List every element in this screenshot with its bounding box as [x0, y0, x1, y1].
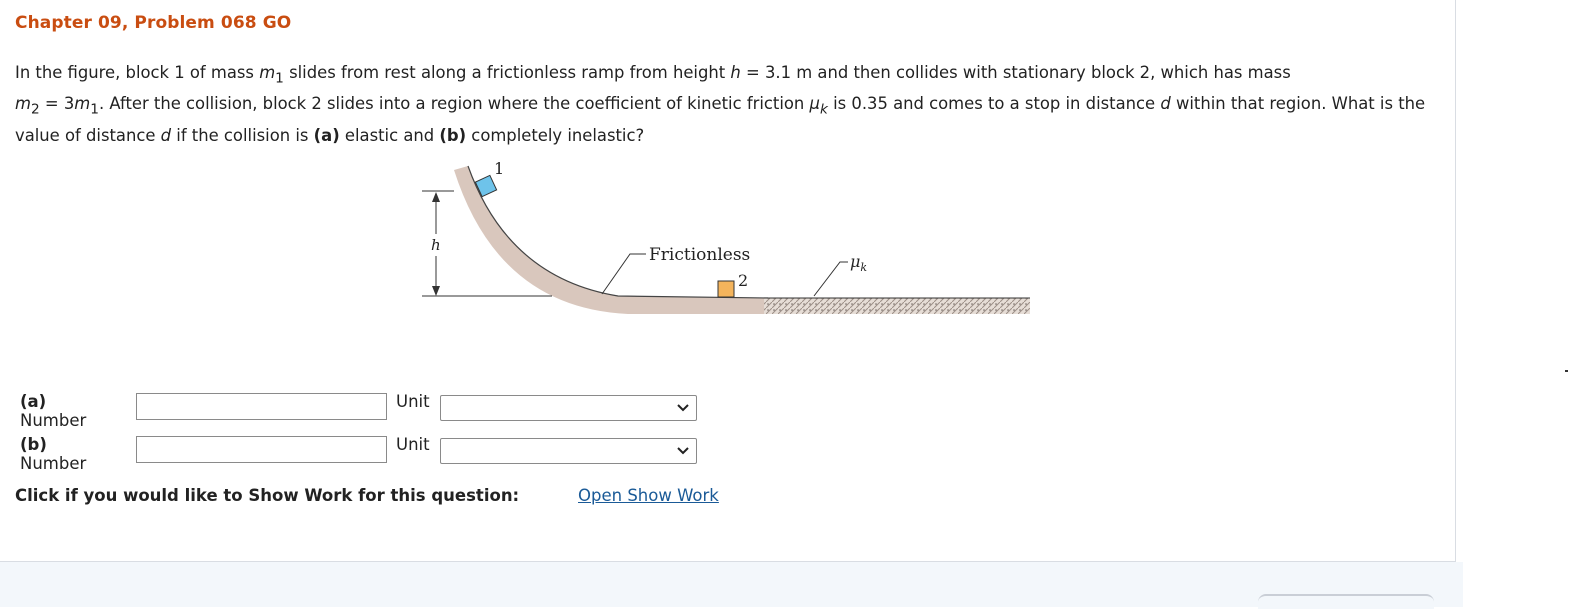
footer-band — [0, 562, 1463, 607]
text-segment: In the figure, block 1 of mass — [15, 63, 260, 82]
part-b: (b) — [20, 435, 47, 454]
chevron-down-icon — [677, 404, 689, 412]
text-segment: elastic and — [339, 125, 440, 145]
text-segment: is 0.35 and comes to a stop in distance — [827, 94, 1161, 114]
sub-1: 1 — [275, 70, 284, 87]
sub-k: k — [819, 101, 828, 118]
h-arrow-head-up — [432, 192, 440, 202]
number-input-b[interactable] — [136, 436, 387, 463]
frictionless-leader — [601, 253, 646, 295]
problem-statement: In the figure, block 1 of mass m1 slides… — [15, 60, 1435, 148]
text-segment: . After the collision, block 2 slides in… — [98, 94, 810, 114]
rough-region — [764, 298, 1030, 314]
var-d: d — [1160, 94, 1171, 114]
var-mu: μ — [809, 94, 820, 114]
ramp-figure: 1 h Frictionless 2 μk — [422, 159, 1030, 314]
block-2-label: 2 — [738, 271, 748, 290]
problem-title: Chapter 09, Problem 068 GO — [15, 13, 292, 33]
number-label: Number — [20, 411, 87, 430]
right-margin — [1463, 0, 1593, 607]
show-work-prompt: Click if you would like to Show Work for… — [15, 486, 520, 505]
ramp-surface — [467, 165, 769, 299]
var-m: m — [15, 94, 31, 114]
var-d: d — [160, 125, 172, 145]
var-m: m — [74, 94, 91, 114]
part-b-marker: (b) — [439, 125, 467, 145]
sub-1: 1 — [90, 101, 99, 118]
text-segment: slides from rest along a frictionless ra… — [283, 63, 731, 82]
unit-label-b: Unit — [396, 435, 430, 454]
number-input-a[interactable] — [136, 393, 387, 420]
text-segment: = 3.1 m and then collides with stationar… — [740, 63, 1291, 82]
unit-label-a: Unit — [396, 392, 430, 411]
text-segment: = 3 — [39, 94, 75, 114]
text-segment: completely inelastic? — [466, 125, 645, 145]
var-h: h — [730, 63, 741, 82]
mu-leader — [813, 261, 848, 297]
block-2 — [717, 280, 735, 298]
part-a: (a) — [20, 392, 47, 411]
answer-a-label: (a) Number — [20, 392, 86, 430]
frictionless-label: Frictionless — [649, 245, 750, 265]
number-label: Number — [20, 454, 87, 473]
var-m: m — [259, 63, 276, 82]
h-arrow-head-down — [432, 286, 440, 296]
unit-select-b[interactable] — [440, 438, 697, 464]
scroll-marker — [1565, 370, 1568, 372]
sub-2: 2 — [30, 101, 40, 118]
open-show-work-link[interactable]: Open Show Work — [578, 486, 719, 505]
unit-select-a[interactable] — [440, 395, 697, 421]
chevron-down-icon — [677, 447, 689, 455]
block-1-label: 1 — [494, 159, 504, 178]
h-label: h — [431, 236, 441, 254]
answer-b-label: (b) Number — [20, 435, 86, 473]
part-a-marker: (a) — [313, 125, 340, 145]
mu-label: μk — [850, 252, 867, 274]
text-segment: if the collision is — [171, 125, 314, 145]
